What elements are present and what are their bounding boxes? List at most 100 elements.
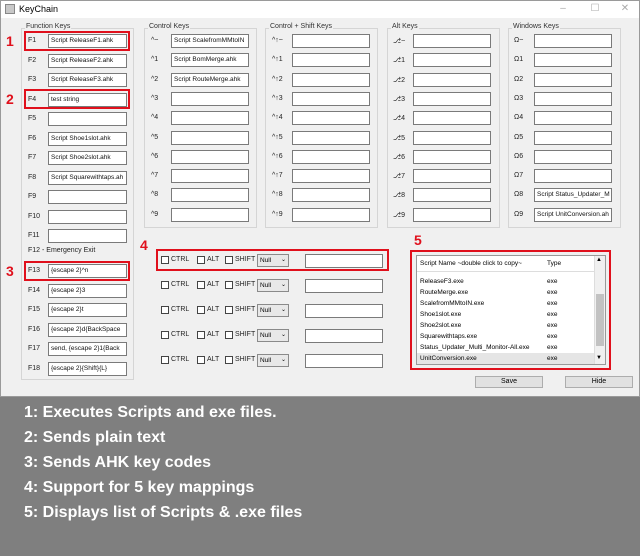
control-shift-key-field[interactable]: [292, 34, 370, 48]
control-shift-key-field[interactable]: [292, 111, 370, 126]
windows-key-field[interactable]: [534, 53, 612, 68]
windows-keys-label: Windows Keys: [512, 23, 560, 30]
alt-key-field[interactable]: [413, 91, 491, 106]
ctrl-checkbox[interactable]: [161, 356, 169, 364]
function-key-field[interactable]: Script ReleaseF3.ahk: [48, 73, 127, 87]
windows-key-field[interactable]: Script UnitConversion.ah: [534, 207, 612, 222]
alt-key-field[interactable]: [413, 169, 491, 184]
key-select[interactable]: Null ⌄: [257, 354, 289, 367]
control-key-field[interactable]: [171, 149, 249, 164]
function-key-field[interactable]: [48, 112, 127, 126]
function-key-field[interactable]: Script Squarewithtaps.ah: [48, 170, 127, 185]
hide-button[interactable]: Hide: [565, 376, 633, 388]
control-shift-key-field[interactable]: [292, 169, 370, 184]
windows-key-field[interactable]: Script Status_Updater_M: [534, 188, 612, 203]
control-shift-key-field[interactable]: [292, 149, 370, 164]
mapping-value-field[interactable]: [305, 304, 383, 318]
alt-checkbox[interactable]: [197, 331, 205, 339]
control-shift-key-field[interactable]: [292, 130, 370, 145]
control-shift-key-field[interactable]: [292, 188, 370, 203]
mapping-value-field[interactable]: [305, 354, 383, 368]
title-bar: KeyChain – ☐ ✕: [1, 1, 639, 18]
alt-key-label: ⎇2: [393, 76, 405, 84]
function-key-field[interactable]: Script Shoe1slot.ahk: [48, 131, 127, 146]
shift-checkbox[interactable]: [225, 331, 233, 339]
ctrl-checkbox[interactable]: [161, 306, 169, 314]
shift-checkbox[interactable]: [225, 281, 233, 289]
windows-key-field[interactable]: [534, 130, 612, 145]
alt-key-label: ⎇6: [393, 153, 405, 161]
function-key-field[interactable]: {escape 2}3: [48, 283, 127, 298]
control-key-label: ^5: [151, 133, 159, 141]
control-key-label: ^4: [151, 114, 159, 122]
close-icon[interactable]: ✕: [615, 2, 635, 16]
function-key-field[interactable]: {escape 2}d{BackSpace: [48, 322, 127, 337]
control-shift-key-field[interactable]: [292, 72, 370, 87]
alt-key-field[interactable]: [413, 53, 491, 68]
function-key-field[interactable]: {escape 2}{Shift}{L}: [48, 361, 127, 376]
note-1: 1: Executes Scripts and exe files.: [24, 404, 277, 421]
control-shift-key-field[interactable]: [292, 207, 370, 222]
windows-key-field[interactable]: [534, 72, 612, 87]
key-select[interactable]: Null ⌄: [257, 329, 289, 342]
key-select[interactable]: Null ⌄: [257, 279, 289, 292]
maximize-icon[interactable]: ☐: [585, 2, 605, 16]
shift-label: SHIFT: [235, 331, 256, 338]
shift-checkbox[interactable]: [225, 356, 233, 364]
alt-checkbox[interactable]: [197, 356, 205, 364]
function-key-label: F8: [28, 173, 37, 181]
control-key-label: ^7: [151, 172, 159, 180]
control-key-field[interactable]: [171, 130, 249, 145]
control-key-field[interactable]: [171, 188, 249, 203]
alt-checkbox[interactable]: [197, 281, 205, 289]
alt-key-field[interactable]: [413, 188, 491, 203]
control-key-field[interactable]: [171, 111, 249, 126]
function-key-field[interactable]: Script ReleaseF2.ahk: [48, 53, 127, 68]
function-key-field[interactable]: [48, 209, 127, 224]
windows-key-field[interactable]: [534, 169, 612, 184]
function-key-label: F14: [28, 286, 41, 294]
chevron-down-icon: ⌄: [280, 282, 286, 288]
save-button[interactable]: Save: [475, 376, 543, 388]
function-key-field[interactable]: [48, 190, 127, 204]
windows-key-field[interactable]: [534, 34, 612, 48]
alt-key-label: ⎇3: [393, 95, 405, 103]
control-shift-key-field[interactable]: [292, 53, 370, 68]
windows-key-field[interactable]: [534, 91, 612, 106]
function-key-field[interactable]: [48, 229, 127, 243]
callout-box-1: [24, 31, 130, 51]
control-key-field[interactable]: [171, 207, 249, 222]
shift-checkbox[interactable]: [225, 306, 233, 314]
alt-checkbox[interactable]: [197, 306, 205, 314]
function-key-field[interactable]: {escape 2}t: [48, 303, 127, 317]
windows-key-field[interactable]: [534, 149, 612, 164]
control-key-field[interactable]: Script ScalefromMMtoIN: [171, 34, 249, 48]
mapping-value-field[interactable]: [305, 329, 383, 343]
control-key-field[interactable]: Script RouteMerge.ahk: [171, 72, 249, 87]
function-key-field[interactable]: Script Shoe2slot.ahk: [48, 151, 127, 165]
control-key-label: ^3: [151, 94, 159, 102]
control-key-field[interactable]: [171, 91, 249, 106]
mapping-value-field[interactable]: [305, 279, 383, 293]
alt-key-field[interactable]: [413, 130, 491, 145]
key-select[interactable]: Null ⌄: [257, 304, 289, 317]
control-key-field[interactable]: [171, 169, 249, 184]
function-key-field[interactable]: send, {escape 2}1{Back: [48, 342, 127, 356]
control-key-label: ^9: [151, 210, 159, 218]
alt-key-field[interactable]: [413, 207, 491, 222]
alt-key-label: ⎇8: [393, 192, 405, 200]
control-keys-label: Control Keys: [148, 23, 191, 30]
ctrl-checkbox[interactable]: [161, 331, 169, 339]
control-shift-key-field[interactable]: [292, 91, 370, 106]
windows-key-field[interactable]: [534, 111, 612, 126]
callout-number-5: 5: [414, 232, 422, 248]
alt-key-field[interactable]: [413, 111, 491, 126]
alt-key-field[interactable]: [413, 149, 491, 164]
alt-key-field[interactable]: [413, 34, 491, 48]
alt-key-field[interactable]: [413, 72, 491, 87]
function-key-label: F18: [28, 364, 41, 372]
function-keys-label: Function Keys: [25, 23, 72, 30]
control-key-field[interactable]: Script BomMerge.ahk: [171, 53, 249, 68]
ctrl-checkbox[interactable]: [161, 281, 169, 289]
minimize-icon[interactable]: –: [553, 2, 573, 16]
